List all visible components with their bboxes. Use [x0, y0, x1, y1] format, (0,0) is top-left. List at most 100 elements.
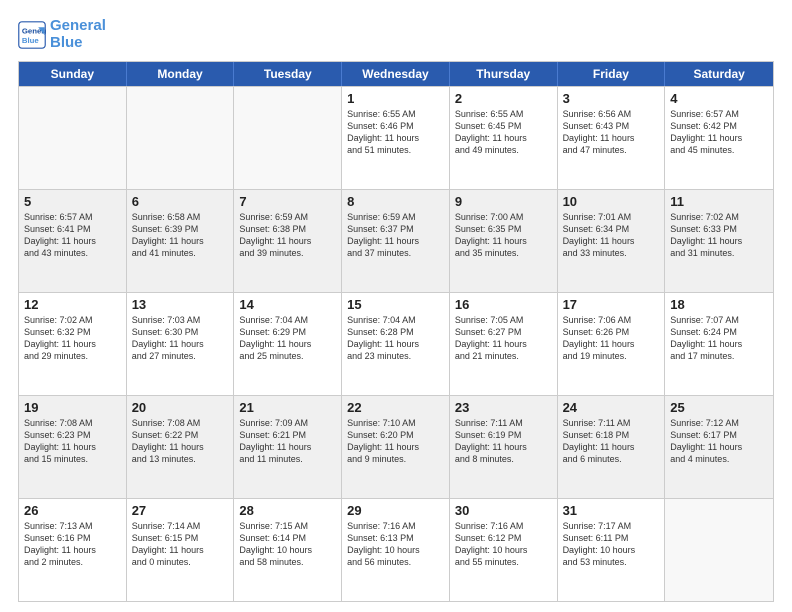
cell-info: Sunrise: 7:16 AM Sunset: 6:12 PM Dayligh… [455, 520, 552, 569]
day-number: 23 [455, 400, 552, 415]
day-number: 26 [24, 503, 121, 518]
calendar-cell: 22 Sunrise: 7:10 AM Sunset: 6:20 PM Dayli… [342, 396, 450, 498]
calendar-cell: 18 Sunrise: 7:07 AM Sunset: 6:24 PM Dayli… [665, 293, 773, 395]
day-number: 28 [239, 503, 336, 518]
calendar-row: 19 Sunrise: 7:08 AM Sunset: 6:23 PM Dayli… [19, 395, 773, 498]
weekday-header: Saturday [665, 62, 773, 86]
cell-info: Sunrise: 7:12 AM Sunset: 6:17 PM Dayligh… [670, 417, 768, 466]
day-number: 7 [239, 194, 336, 209]
day-number: 6 [132, 194, 229, 209]
day-number: 30 [455, 503, 552, 518]
calendar-cell: 13 Sunrise: 7:03 AM Sunset: 6:30 PM Dayli… [127, 293, 235, 395]
cell-info: Sunrise: 7:00 AM Sunset: 6:35 PM Dayligh… [455, 211, 552, 260]
weekday-header: Wednesday [342, 62, 450, 86]
cell-info: Sunrise: 7:06 AM Sunset: 6:26 PM Dayligh… [563, 314, 660, 363]
day-number: 21 [239, 400, 336, 415]
day-number: 9 [455, 194, 552, 209]
calendar-cell: 27 Sunrise: 7:14 AM Sunset: 6:15 PM Dayli… [127, 499, 235, 601]
day-number: 13 [132, 297, 229, 312]
cell-info: Sunrise: 7:04 AM Sunset: 6:29 PM Dayligh… [239, 314, 336, 363]
cell-info: Sunrise: 7:11 AM Sunset: 6:18 PM Dayligh… [563, 417, 660, 466]
day-number: 12 [24, 297, 121, 312]
weekday-header: Friday [558, 62, 666, 86]
calendar-header: SundayMondayTuesdayWednesdayThursdayFrid… [19, 62, 773, 86]
cell-info: Sunrise: 6:57 AM Sunset: 6:42 PM Dayligh… [670, 108, 768, 157]
day-number: 29 [347, 503, 444, 518]
day-number: 19 [24, 400, 121, 415]
day-number: 14 [239, 297, 336, 312]
calendar-cell [19, 87, 127, 189]
cell-info: Sunrise: 7:11 AM Sunset: 6:19 PM Dayligh… [455, 417, 552, 466]
svg-text:Blue: Blue [22, 35, 40, 44]
logo-text: GeneralBlue [50, 18, 106, 51]
logo-icon: General Blue [18, 21, 46, 49]
day-number: 25 [670, 400, 768, 415]
day-number: 16 [455, 297, 552, 312]
calendar-cell: 5Sunrise: 6:57 AM Sunset: 6:41 PM Daylig… [19, 190, 127, 292]
cell-info: Sunrise: 7:09 AM Sunset: 6:21 PM Dayligh… [239, 417, 336, 466]
calendar-cell: 9 Sunrise: 7:00 AM Sunset: 6:35 PM Daylig… [450, 190, 558, 292]
cell-info: Sunrise: 7:01 AM Sunset: 6:34 PM Dayligh… [563, 211, 660, 260]
calendar-cell: 16 Sunrise: 7:05 AM Sunset: 6:27 PM Dayli… [450, 293, 558, 395]
calendar-cell: 8 Sunrise: 6:59 AM Sunset: 6:37 PM Daylig… [342, 190, 450, 292]
weekday-header: Tuesday [234, 62, 342, 86]
calendar-cell [234, 87, 342, 189]
day-number: 1 [347, 91, 444, 106]
cell-info: Sunrise: 7:10 AM Sunset: 6:20 PM Dayligh… [347, 417, 444, 466]
weekday-header: Monday [127, 62, 235, 86]
cell-info: Sunrise: 7:07 AM Sunset: 6:24 PM Dayligh… [670, 314, 768, 363]
day-number: 22 [347, 400, 444, 415]
day-number: 3 [563, 91, 660, 106]
day-number: 8 [347, 194, 444, 209]
day-number: 2 [455, 91, 552, 106]
logo: General Blue GeneralBlue [18, 18, 106, 51]
calendar-cell: 26 Sunrise: 7:13 AM Sunset: 6:16 PM Dayli… [19, 499, 127, 601]
calendar: SundayMondayTuesdayWednesdayThursdayFrid… [18, 61, 774, 602]
calendar-cell: 31Sunrise: 7:17 AM Sunset: 6:11 PM Dayli… [558, 499, 666, 601]
calendar-cell: 4 Sunrise: 6:57 AM Sunset: 6:42 PM Daylig… [665, 87, 773, 189]
cell-info: Sunrise: 7:02 AM Sunset: 6:33 PM Dayligh… [670, 211, 768, 260]
calendar-cell: 30 Sunrise: 7:16 AM Sunset: 6:12 PM Dayli… [450, 499, 558, 601]
cell-info: Sunrise: 7:17 AM Sunset: 6:11 PM Dayligh… [563, 520, 660, 569]
calendar-cell: 28Sunrise: 7:15 AM Sunset: 6:14 PM Dayli… [234, 499, 342, 601]
calendar-cell [127, 87, 235, 189]
cell-info: Sunrise: 6:59 AM Sunset: 6:38 PM Dayligh… [239, 211, 336, 260]
calendar-cell: 14 Sunrise: 7:04 AM Sunset: 6:29 PM Dayli… [234, 293, 342, 395]
day-number: 18 [670, 297, 768, 312]
calendar-cell: 6 Sunrise: 6:58 AM Sunset: 6:39 PM Daylig… [127, 190, 235, 292]
day-number: 27 [132, 503, 229, 518]
weekday-header: Thursday [450, 62, 558, 86]
cell-info: Sunrise: 7:05 AM Sunset: 6:27 PM Dayligh… [455, 314, 552, 363]
cell-info: Sunrise: 6:57 AM Sunset: 6:41 PM Dayligh… [24, 211, 121, 260]
cell-info: Sunrise: 6:55 AM Sunset: 6:45 PM Dayligh… [455, 108, 552, 157]
cell-info: Sunrise: 7:03 AM Sunset: 6:30 PM Dayligh… [132, 314, 229, 363]
calendar-cell: 29Sunrise: 7:16 AM Sunset: 6:13 PM Dayli… [342, 499, 450, 601]
calendar-row: 12Sunrise: 7:02 AM Sunset: 6:32 PM Dayli… [19, 292, 773, 395]
cell-info: Sunrise: 6:58 AM Sunset: 6:39 PM Dayligh… [132, 211, 229, 260]
page-header: General Blue GeneralBlue [18, 18, 774, 51]
day-number: 4 [670, 91, 768, 106]
day-number: 15 [347, 297, 444, 312]
day-number: 20 [132, 400, 229, 415]
cell-info: Sunrise: 6:55 AM Sunset: 6:46 PM Dayligh… [347, 108, 444, 157]
day-number: 11 [670, 194, 768, 209]
calendar-cell: 20Sunrise: 7:08 AM Sunset: 6:22 PM Dayli… [127, 396, 235, 498]
cell-info: Sunrise: 7:14 AM Sunset: 6:15 PM Dayligh… [132, 520, 229, 569]
calendar-row: 5Sunrise: 6:57 AM Sunset: 6:41 PM Daylig… [19, 189, 773, 292]
calendar-cell [665, 499, 773, 601]
cell-info: Sunrise: 6:56 AM Sunset: 6:43 PM Dayligh… [563, 108, 660, 157]
cell-info: Sunrise: 7:04 AM Sunset: 6:28 PM Dayligh… [347, 314, 444, 363]
cell-info: Sunrise: 6:59 AM Sunset: 6:37 PM Dayligh… [347, 211, 444, 260]
cell-info: Sunrise: 7:08 AM Sunset: 6:23 PM Dayligh… [24, 417, 121, 466]
calendar-cell: 11 Sunrise: 7:02 AM Sunset: 6:33 PM Dayli… [665, 190, 773, 292]
calendar-cell: 15 Sunrise: 7:04 AM Sunset: 6:28 PM Dayli… [342, 293, 450, 395]
calendar-cell: 23 Sunrise: 7:11 AM Sunset: 6:19 PM Dayli… [450, 396, 558, 498]
calendar-cell: 25 Sunrise: 7:12 AM Sunset: 6:17 PM Dayli… [665, 396, 773, 498]
day-number: 10 [563, 194, 660, 209]
calendar-cell: 2 Sunrise: 6:55 AM Sunset: 6:45 PM Daylig… [450, 87, 558, 189]
weekday-header: Sunday [19, 62, 127, 86]
calendar-cell: 12Sunrise: 7:02 AM Sunset: 6:32 PM Dayli… [19, 293, 127, 395]
calendar-cell: 19 Sunrise: 7:08 AM Sunset: 6:23 PM Dayli… [19, 396, 127, 498]
calendar-cell: 10 Sunrise: 7:01 AM Sunset: 6:34 PM Dayli… [558, 190, 666, 292]
cell-info: Sunrise: 7:13 AM Sunset: 6:16 PM Dayligh… [24, 520, 121, 569]
